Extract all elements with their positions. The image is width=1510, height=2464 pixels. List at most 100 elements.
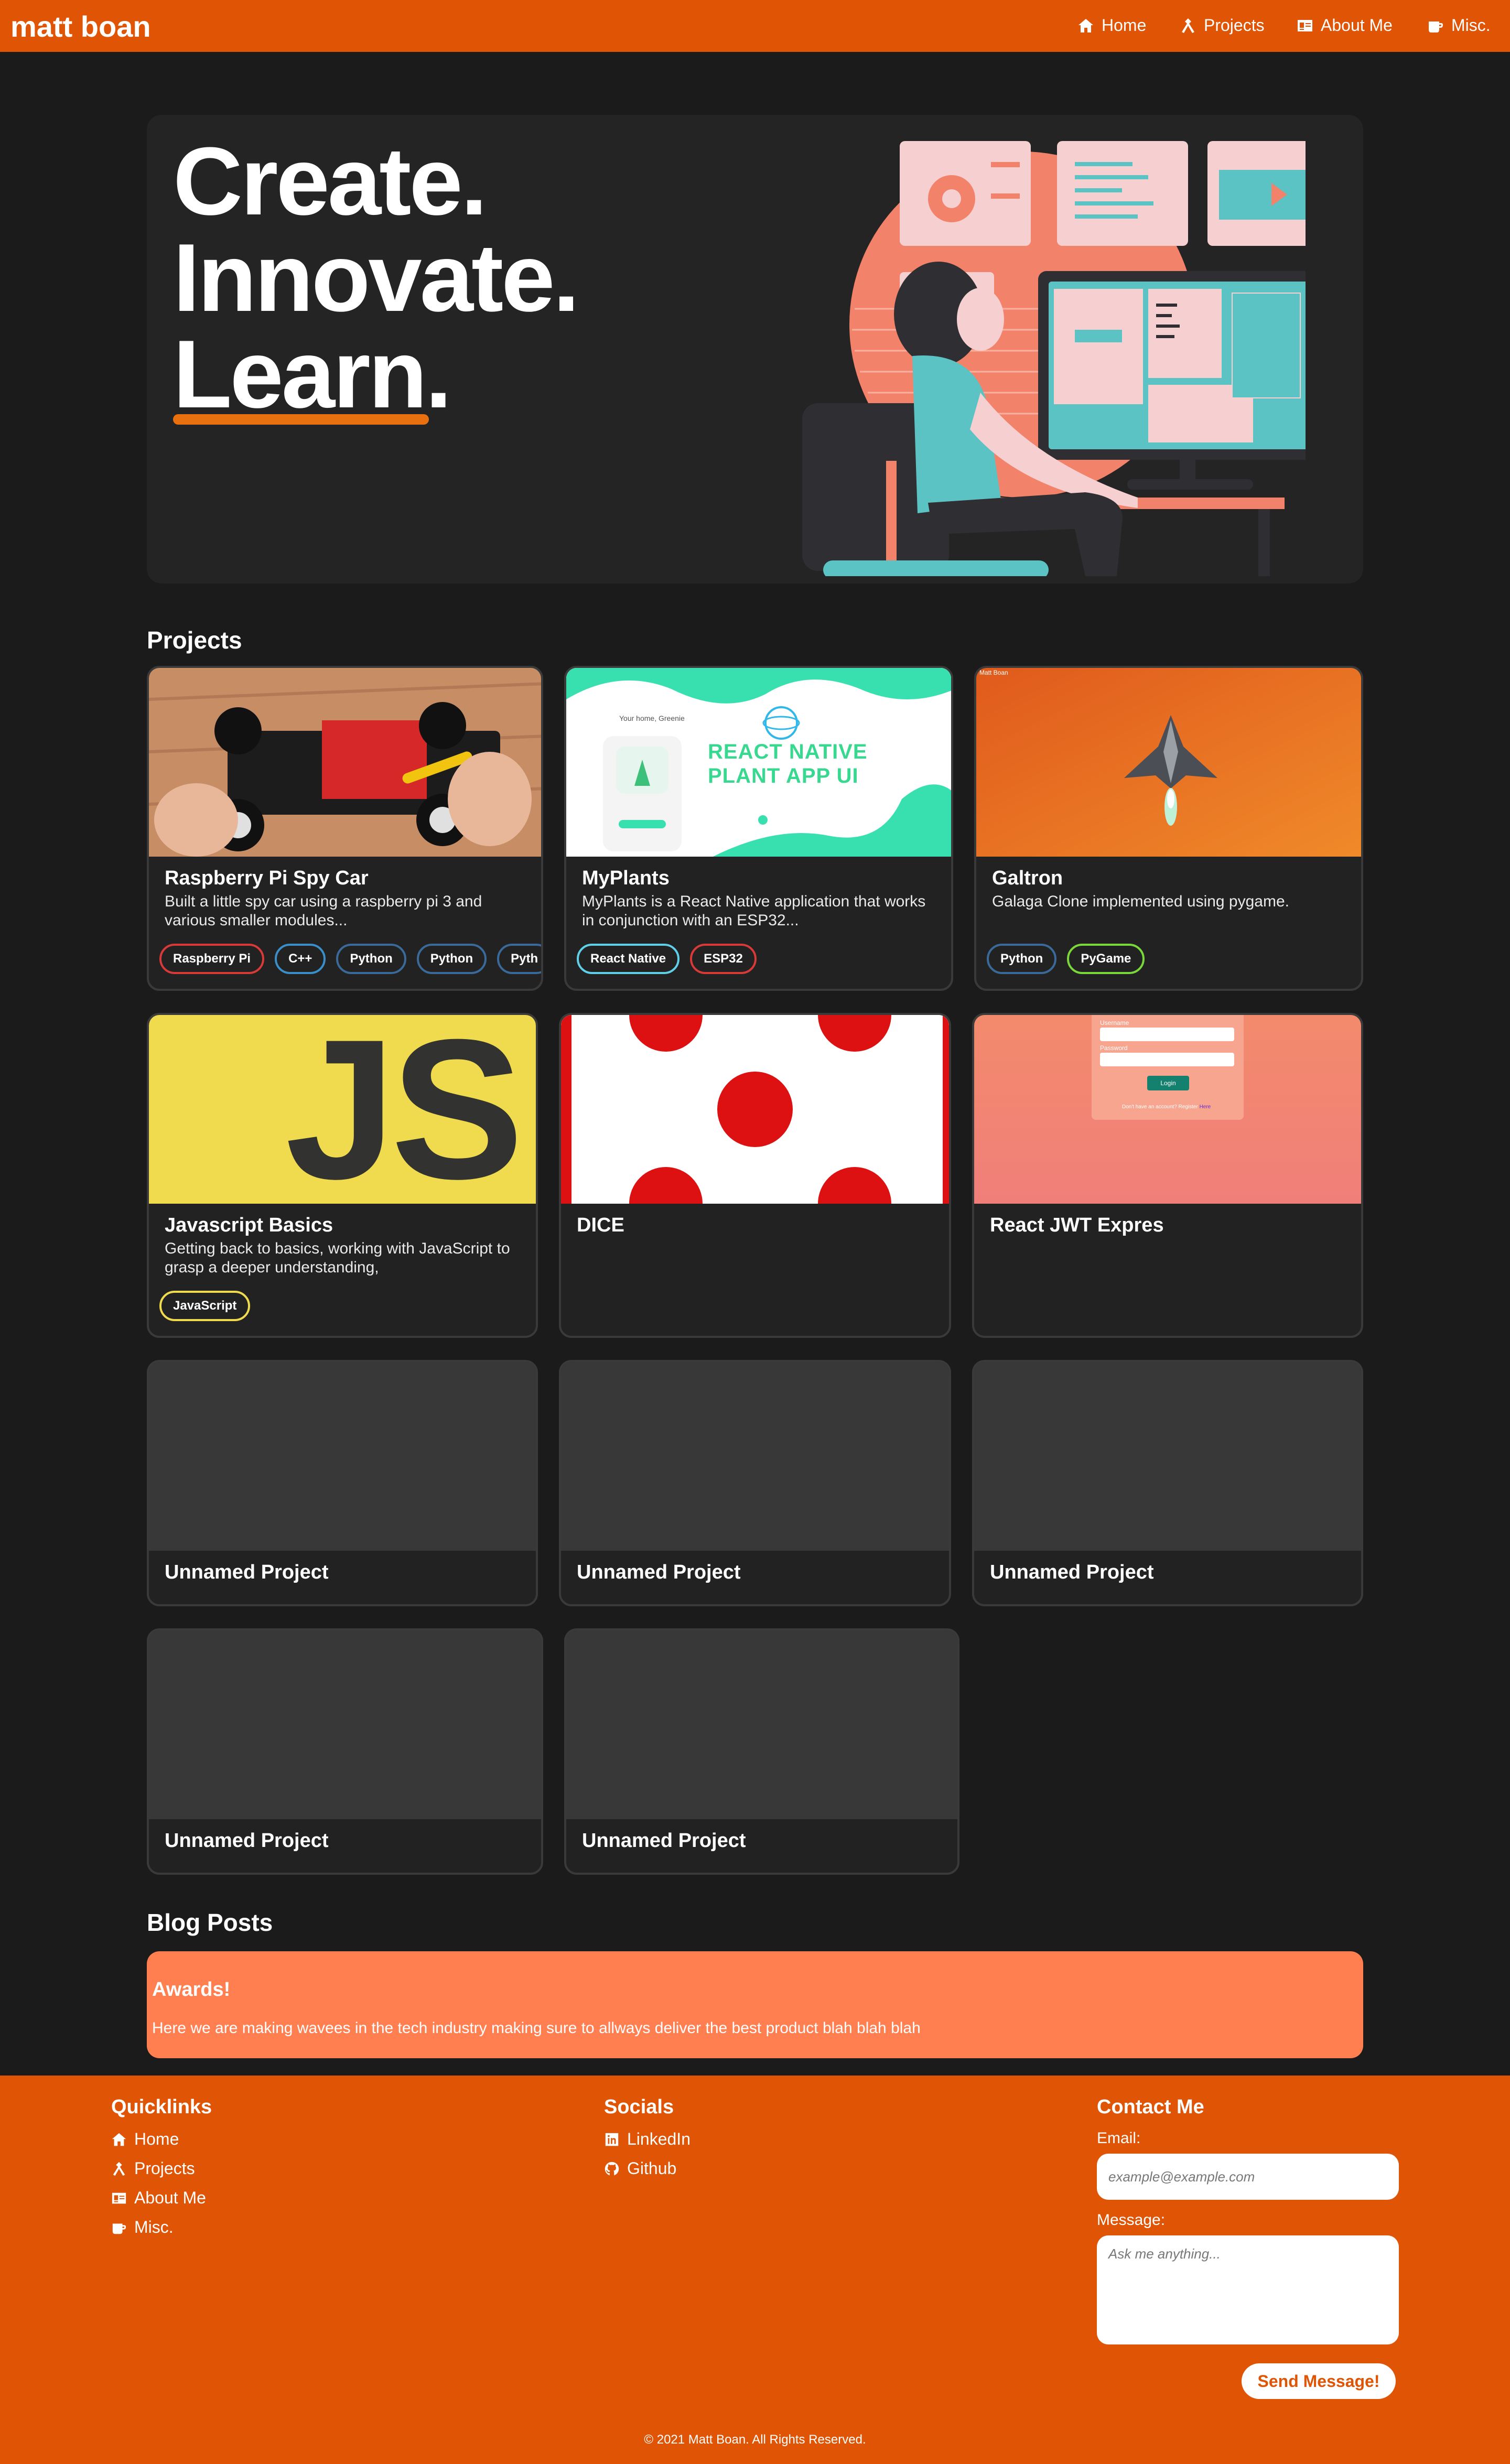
github-icon <box>605 2162 619 2175</box>
myplants-thumb-title-2: PLANT APP UI <box>708 764 859 787</box>
quicklinks-heading: Quicklinks <box>111 2096 212 2118</box>
nav-misc-label: Misc. <box>1451 16 1491 35</box>
register-link: Here <box>1199 1104 1211 1110</box>
home-icon <box>1078 18 1093 33</box>
project-title: Galtron <box>992 867 1063 889</box>
blog-post-card[interactable]: Awards! Here we are making wavees in the… <box>147 1951 1363 2058</box>
galtron-thumb-caption: Matt Boan <box>979 669 1008 676</box>
username-label: Username <box>1100 1019 1129 1026</box>
project-card-unnamed[interactable]: Unnamed Project <box>147 1628 543 1875</box>
footer-link-label: LinkedIn <box>627 2130 691 2148</box>
id-card-icon <box>112 2192 126 2203</box>
footer-link-about[interactable]: About Me <box>111 2188 206 2208</box>
blog-post-title: Awards! <box>152 1979 231 2001</box>
footer-link-label: Home <box>134 2130 179 2148</box>
footer-link-label: Projects <box>134 2159 195 2178</box>
nav-home-link[interactable]: Home <box>1077 16 1146 35</box>
project-title: Unnamed Project <box>577 1561 741 1583</box>
project-title: Unnamed Project <box>582 1830 746 1852</box>
tag-esp32[interactable]: ESP32 <box>690 944 757 974</box>
project-card-spy-car[interactable]: Raspberry Pi Spy Car Built a little spy … <box>147 666 543 991</box>
project-thumbnail <box>149 1630 541 1819</box>
tag-python[interactable]: Python <box>336 944 406 974</box>
nav-misc-link[interactable]: Misc. <box>1427 16 1491 35</box>
nav-about-label: About Me <box>1321 16 1393 35</box>
myplants-thumb-title-1: REACT NATIVE <box>708 740 868 763</box>
nav-home-label: Home <box>1102 16 1147 35</box>
footer-link-linkedin[interactable]: LinkedIn <box>604 2130 691 2149</box>
blog-post-body: Here we are making wavees in the tech in… <box>152 2019 921 2037</box>
project-card-react-jwt[interactable]: Username Password Login Don't have an ac… <box>972 1013 1363 1338</box>
nav-projects-link[interactable]: Projects <box>1180 16 1265 35</box>
tag-python[interactable]: Pyth <box>497 944 541 974</box>
footer-link-projects[interactable]: Projects <box>111 2159 195 2178</box>
project-card-unnamed[interactable]: Unnamed Project <box>972 1360 1363 1606</box>
project-title: Unnamed Project <box>990 1561 1154 1583</box>
project-thumbnail: Username Password Login Don't have an ac… <box>974 1015 1361 1204</box>
project-card-unnamed[interactable]: Unnamed Project <box>559 1360 951 1606</box>
brand-logo[interactable]: matt boan <box>10 9 151 44</box>
hero-line-create: Create. <box>173 127 488 235</box>
project-thumbnail <box>149 668 541 857</box>
footer-link-label: Github <box>627 2159 677 2178</box>
tools-icon <box>1182 18 1194 33</box>
email-field[interactable] <box>1097 2154 1399 2200</box>
project-title: React JWT Expres <box>990 1214 1164 1236</box>
message-field[interactable] <box>1097 2235 1399 2344</box>
mug-icon <box>112 2223 126 2234</box>
project-title: DICE <box>577 1214 624 1236</box>
project-tags: JavaScript <box>159 1291 251 1321</box>
contact-heading: Contact Me <box>1097 2096 1204 2118</box>
copyright-text: © 2021 Matt Boan. All Rights Reserved. <box>644 2433 866 2447</box>
footer-link-github[interactable]: Github <box>604 2159 676 2178</box>
footer-link-label: About Me <box>134 2188 206 2207</box>
project-description: MyPlants is a React Native application t… <box>582 893 926 929</box>
project-thumbnail: Matt Boan <box>976 668 1361 857</box>
tag-react-native[interactable]: React Native <box>577 944 680 974</box>
hero-line-learn: Learn. <box>173 320 452 428</box>
myplants-greeting: Your home, Greenie <box>619 714 685 722</box>
project-description: Built a little spy car using a raspberry… <box>165 893 482 929</box>
hero-banner: Create. Innovate. Learn. <box>147 115 1363 583</box>
project-card-javascript-basics[interactable]: JS Javascript Basics Getting back to bas… <box>147 1013 538 1338</box>
footer-link-home[interactable]: Home <box>111 2130 179 2149</box>
password-label: Password <box>1100 1044 1128 1052</box>
id-card-icon <box>1298 19 1312 31</box>
project-thumbnail: JS <box>149 1015 536 1204</box>
tag-javascript[interactable]: JavaScript <box>159 1291 251 1321</box>
project-thumbnail <box>566 1630 957 1819</box>
tools-icon <box>113 2162 125 2176</box>
project-title: Unnamed Project <box>165 1830 329 1852</box>
project-card-unnamed[interactable]: Unnamed Project <box>147 1360 538 1606</box>
tag-raspberry-pi[interactable]: Raspberry Pi <box>159 944 265 974</box>
send-message-button[interactable]: Send Message! <box>1242 2363 1396 2399</box>
top-navbar: matt boan Home Projects About Me Misc. <box>0 0 1510 52</box>
hero-line-innovate: Innovate. <box>173 223 580 331</box>
project-title: Javascript Basics <box>165 1214 333 1236</box>
register-prompt: Don't have an account? Register <box>1122 1104 1198 1110</box>
password-field-preview <box>1100 1053 1234 1066</box>
tag-python[interactable]: Python <box>987 944 1057 974</box>
nav-projects-label: Projects <box>1204 16 1265 35</box>
project-card-unnamed[interactable]: Unnamed Project <box>564 1628 959 1875</box>
tag-python[interactable]: Python <box>416 944 487 974</box>
message-label: Message: <box>1097 2211 1166 2229</box>
project-card-galtron[interactable]: Matt Boan Galtron Galaga Clone implement… <box>974 666 1363 991</box>
project-thumbnail <box>561 1015 949 1204</box>
tag-pygame[interactable]: PyGame <box>1067 944 1145 974</box>
blog-heading: Blog Posts <box>147 1909 273 1936</box>
project-description: Galaga Clone implemented using pygame. <box>992 893 1289 910</box>
linkedin-icon <box>605 2133 619 2146</box>
mug-icon <box>1429 21 1443 33</box>
developer-illustration <box>802 141 1306 576</box>
footer-link-misc[interactable]: Misc. <box>111 2218 174 2237</box>
project-thumbnail <box>974 1362 1361 1551</box>
tag-cpp[interactable]: C++ <box>275 944 326 974</box>
project-title: MyPlants <box>582 867 670 889</box>
project-card-dice[interactable]: DICE <box>559 1013 951 1338</box>
project-card-myplants[interactable]: Your home, Greenie REACT NATIVE PLANT AP… <box>564 666 953 991</box>
project-tags: Python PyGame <box>987 944 1145 974</box>
socials-heading: Socials <box>604 2096 674 2118</box>
project-tags: React Native ESP32 <box>577 944 757 974</box>
nav-about-link[interactable]: About Me <box>1297 16 1393 35</box>
